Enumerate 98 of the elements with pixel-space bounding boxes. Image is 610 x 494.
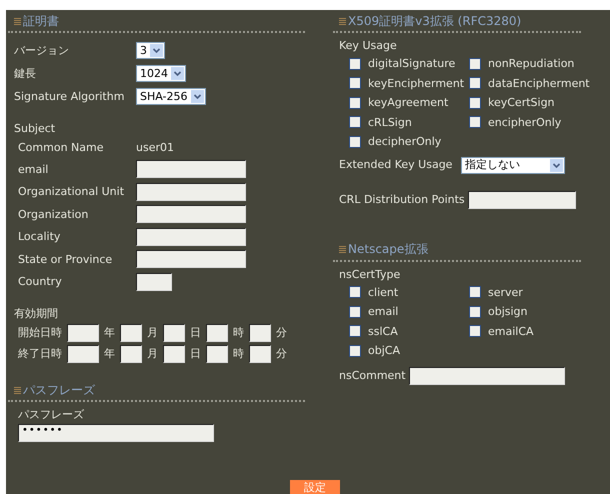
checkbox[interactable] <box>349 325 361 338</box>
group-label: Key Usage <box>339 39 398 54</box>
date-field[interactable] <box>249 344 271 362</box>
section-title: 証明書 <box>23 14 59 28</box>
checkbox[interactable] <box>469 96 481 109</box>
checkbox-label: digitalSignature <box>368 57 456 70</box>
field-label: Extended Key Usage <box>339 158 454 172</box>
field-label: State or Province <box>18 252 114 266</box>
chevron-down-icon <box>171 67 184 80</box>
checkbox[interactable] <box>469 116 481 128</box>
checkbox-label: keyEncipherment <box>368 76 464 90</box>
unit-label: 年 <box>104 326 115 340</box>
checkbox[interactable] <box>349 96 361 109</box>
checkbox[interactable] <box>349 77 361 90</box>
unit-label: 月 <box>147 326 158 340</box>
field-label: Locality <box>18 230 62 244</box>
checkbox[interactable] <box>469 58 481 70</box>
unit-label: 日 <box>190 326 201 340</box>
section-title: X509証明書v3拡張 (RFC3280) <box>348 14 522 28</box>
checkbox[interactable] <box>469 325 481 338</box>
text-field[interactable] <box>136 272 172 291</box>
field-label: CRL Distribution Points <box>339 193 465 207</box>
checkbox[interactable] <box>349 286 361 298</box>
section-title: パスフレーズ <box>23 382 95 398</box>
text-field[interactable] <box>408 367 565 385</box>
text-field[interactable] <box>136 228 246 246</box>
field-label: 鍵長 <box>14 66 37 80</box>
checkbox-label: dataEncipherment <box>488 76 590 90</box>
checkbox[interactable] <box>349 344 361 357</box>
checkbox[interactable] <box>469 77 481 90</box>
date-field[interactable] <box>120 324 142 342</box>
checkbox-label: cRLSign <box>368 116 412 129</box>
field-label: Signature Algorithm <box>14 90 126 104</box>
text-field[interactable] <box>136 205 246 224</box>
grid-icon <box>339 246 346 253</box>
text-field[interactable] <box>136 160 246 178</box>
dropdown[interactable]: SHA-256 <box>136 88 206 105</box>
field-value: user01 <box>136 141 174 155</box>
unit-label: 年 <box>104 346 115 360</box>
checkbox-label: keyCertSign <box>488 96 555 110</box>
checkbox-label: keyAgreement <box>368 96 448 110</box>
chevron-down-icon <box>150 44 163 57</box>
field-label: nsComment <box>339 369 406 383</box>
checkbox[interactable] <box>349 136 361 148</box>
dropdown[interactable]: 3 <box>136 42 165 59</box>
text-field[interactable] <box>136 250 246 268</box>
checkbox-label: email <box>368 305 398 318</box>
checkbox-label: emailCA <box>488 324 534 338</box>
grid-icon <box>339 18 346 24</box>
unit-label: 分 <box>276 346 287 360</box>
checkbox-label: server <box>488 286 523 299</box>
checkbox[interactable] <box>469 306 481 318</box>
password-field[interactable]: •••••• <box>18 424 214 442</box>
group-label: 有効期間 <box>14 307 59 322</box>
group-label: Subject <box>14 122 56 137</box>
unit-label: 月 <box>147 346 158 360</box>
date-field[interactable] <box>249 324 271 342</box>
field-label: email <box>18 162 50 176</box>
checkbox[interactable] <box>349 116 361 128</box>
text-field[interactable] <box>468 191 576 209</box>
grid-icon <box>14 18 21 24</box>
checkbox[interactable] <box>349 58 361 70</box>
checkbox-label: decipherOnly <box>368 135 442 148</box>
field-label: 終了日時 <box>18 346 62 360</box>
section-title: Netscape拡張 <box>348 242 428 257</box>
unit-label: 時 <box>233 326 244 340</box>
date-field[interactable] <box>163 344 185 362</box>
checkbox-label: objsign <box>488 305 528 318</box>
checkbox[interactable] <box>349 306 361 318</box>
checkbox-label: nonRepudiation <box>488 57 574 70</box>
field-label: パスフレーズ <box>17 408 85 423</box>
field-label: Organizational Unit <box>18 185 126 198</box>
chevron-down-icon <box>190 90 204 103</box>
date-field[interactable] <box>206 324 228 342</box>
unit-label: 日 <box>190 346 201 360</box>
checkbox-label: objCA <box>368 344 400 358</box>
chevron-down-icon <box>550 158 563 172</box>
checkbox-label: sslCA <box>368 324 398 338</box>
checkbox-label: client <box>368 286 398 299</box>
field-label: 開始日時 <box>18 326 62 340</box>
date-field[interactable] <box>206 344 228 362</box>
text-field[interactable] <box>136 182 246 201</box>
unit-label: 時 <box>233 346 244 360</box>
checkbox-label: encipherOnly <box>488 116 562 129</box>
field-label: バージョン <box>14 44 70 58</box>
dropdown[interactable]: 指定しない <box>461 156 565 174</box>
dropdown[interactable]: 1024 <box>136 65 186 82</box>
date-field[interactable] <box>67 344 99 362</box>
field-label: Organization <box>18 208 90 221</box>
group-label: nsCertType <box>339 268 402 282</box>
grid-icon <box>14 386 21 394</box>
field-label: Country <box>18 275 63 288</box>
date-field[interactable] <box>163 324 185 342</box>
date-field[interactable] <box>120 344 142 362</box>
checkbox[interactable] <box>469 286 481 298</box>
field-label: Common Name <box>18 141 104 155</box>
date-field[interactable] <box>67 324 99 342</box>
unit-label: 分 <box>276 326 287 340</box>
